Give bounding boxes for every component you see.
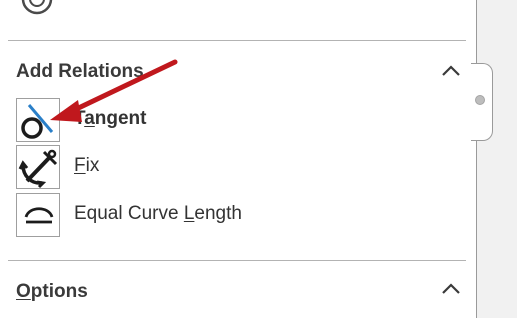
relation-tangent[interactable]: Tangent bbox=[16, 98, 436, 144]
tangent-icon bbox=[16, 98, 60, 142]
fix-label: Fix bbox=[74, 155, 100, 176]
relation-equal-curve-length[interactable]: Equal Curve Length bbox=[16, 193, 436, 239]
equal-curve-length-icon bbox=[16, 193, 60, 237]
circle-icon bbox=[21, 0, 53, 15]
splitter-dot[interactable] bbox=[475, 95, 485, 105]
splitter-handle-icon[interactable] bbox=[471, 63, 493, 141]
add-relations-title: Add Relations bbox=[16, 61, 144, 82]
section-divider-bottom bbox=[8, 260, 466, 261]
equal-curve-length-label: Equal Curve Length bbox=[74, 203, 242, 224]
chevron-up-icon[interactable] bbox=[440, 64, 462, 78]
tangent-label: Tangent bbox=[74, 108, 147, 129]
fix-anchor-icon bbox=[16, 145, 60, 189]
property-manager-panel: Add Relations Tangent Fix Equal Curve Le… bbox=[0, 0, 476, 318]
chevron-up-icon[interactable] bbox=[440, 282, 462, 296]
graphics-area-edge bbox=[476, 0, 517, 318]
options-title: Options bbox=[16, 281, 88, 302]
relation-fix[interactable]: Fix bbox=[16, 145, 436, 191]
section-divider-top bbox=[8, 40, 466, 41]
